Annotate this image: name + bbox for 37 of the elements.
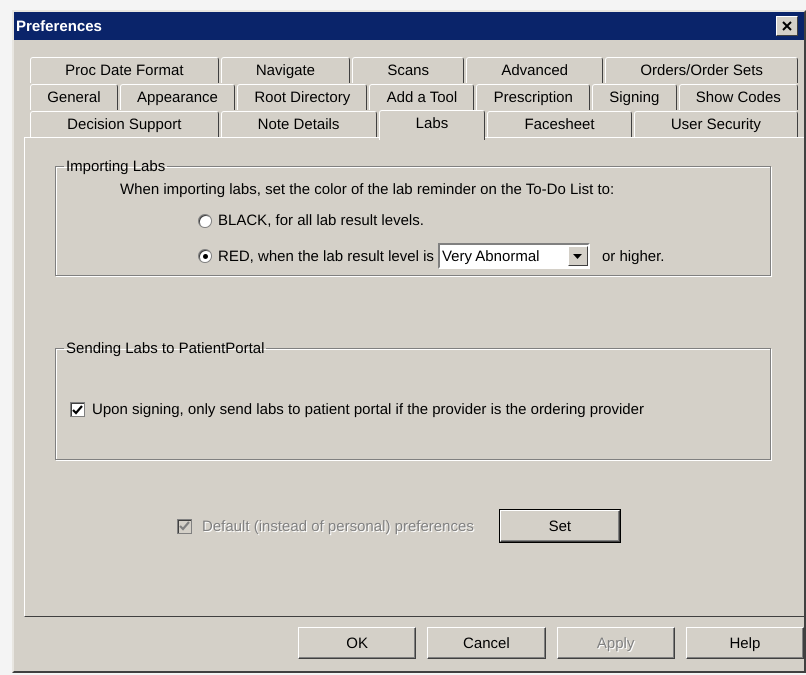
tab[interactable]: Orders/Order Sets xyxy=(605,57,798,83)
checkbox-label: Default (instead of personal) preferences xyxy=(202,518,474,534)
tab[interactable]: Decision Support xyxy=(30,111,219,137)
tab[interactable]: User Security xyxy=(634,111,798,137)
dialog-button[interactable]: Cancel xyxy=(427,627,546,659)
set-button[interactable]: Set xyxy=(500,510,620,542)
tab[interactable]: Proc Date Format xyxy=(30,57,219,83)
tab[interactable]: Advanced xyxy=(466,57,604,83)
level-dropdown[interactable]: Very Abnormal xyxy=(438,243,590,269)
close-icon xyxy=(782,21,792,31)
dialog-button[interactable]: Help xyxy=(686,627,804,659)
close-button[interactable] xyxy=(776,16,798,36)
radio-label: RED, when the lab result level is xyxy=(218,248,434,264)
tab[interactable]: Show Codes xyxy=(678,84,798,110)
group-title: Importing Labs xyxy=(65,158,166,175)
checkbox[interactable] xyxy=(70,402,85,417)
tab[interactable]: Signing xyxy=(592,84,677,110)
intro-text: When importing labs, set the color of the lab reminder on the To-Do List to: xyxy=(120,181,616,198)
group-title: Sending Labs to PatientPortal xyxy=(65,340,266,357)
tab[interactable]: Note Details xyxy=(220,111,377,137)
tab[interactable]: Labs xyxy=(378,110,486,140)
tab[interactable]: Prescription xyxy=(476,84,590,110)
tab[interactable]: General xyxy=(30,84,118,110)
tab[interactable]: Appearance xyxy=(120,84,236,110)
checkbox-label: Upon signing, only send labs to patient portal if the provider is the ordering provider xyxy=(92,401,644,418)
dialog-button[interactable]: OK xyxy=(298,627,416,659)
tab[interactable]: Root Directory xyxy=(237,84,368,110)
radio-button[interactable] xyxy=(198,214,212,228)
suffix-text: or higher. xyxy=(602,248,664,264)
tab[interactable]: Add a Tool xyxy=(369,84,474,110)
tab[interactable]: Scans xyxy=(352,57,464,83)
window-title: Preferences xyxy=(16,18,102,34)
tab[interactable]: Facesheet xyxy=(487,111,632,137)
tab[interactable]: Navigate xyxy=(220,57,350,83)
radio-button[interactable] xyxy=(198,249,212,263)
radio-label: BLACK, for all lab result levels. xyxy=(218,212,424,229)
caret-icon xyxy=(573,254,582,258)
